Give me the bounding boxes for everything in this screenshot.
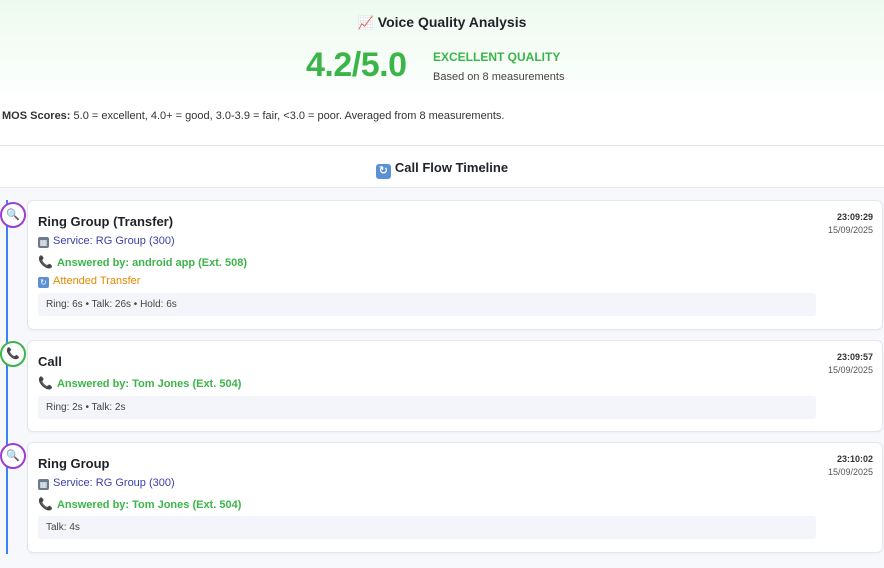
building-icon: ▦	[38, 237, 49, 248]
timeline-line	[6, 200, 8, 554]
event-title: Ring Group	[38, 456, 110, 471]
call-flow-header: ↻ Call Flow Timeline	[0, 146, 884, 188]
voice-quality-title-text: Voice Quality Analysis	[377, 14, 527, 30]
event-date: 15/09/2025	[827, 467, 873, 477]
phone-icon: 📞	[38, 376, 53, 390]
quality-rating: EXCELLENT QUALITY	[433, 50, 561, 64]
event-stats: Ring: 6s • Talk: 26s • Hold: 6s	[38, 293, 816, 316]
event-service-text: Service: RG Group (300)	[53, 477, 175, 489]
magnifier-icon: 🔍	[0, 202, 26, 228]
mos-label: MOS Scores:	[2, 110, 71, 122]
magnifier-icon: 🔍	[0, 443, 26, 469]
event-answered: 📞 Answered by: Tom Jones (Ext. 504)	[38, 497, 241, 511]
chart-increasing-icon: 📈	[357, 15, 374, 30]
phone-icon: 📞	[38, 255, 53, 269]
transfer-icon: ↻	[38, 277, 49, 288]
event-date: 15/09/2025	[827, 225, 873, 235]
event-answered-text: Answered by: Tom Jones (Ext. 504)	[56, 499, 242, 511]
event-stats: Talk: 4s	[38, 516, 816, 539]
event-timestamp: 23:10:02 15/09/2025	[828, 454, 873, 477]
event-service-text: Service: RG Group (300)	[53, 235, 175, 247]
building-icon: ▦	[38, 479, 49, 490]
event-time: 23:09:57	[836, 352, 873, 362]
phone-icon: 📞	[0, 341, 26, 367]
phone-icon: 📞	[38, 497, 53, 511]
refresh-icon: ↻	[375, 164, 391, 179]
event-transfer: ↻ Attended Transfer	[38, 275, 140, 288]
quality-score: 4.2/5.0	[306, 46, 407, 84]
timeline-event-call[interactable]: Call 23:09:57 15/09/2025 📞 Answered by: T…	[27, 340, 883, 432]
event-timestamp: 23:09:29 15/09/2025	[828, 212, 873, 235]
event-timestamp: 23:09:57 15/09/2025	[828, 352, 873, 375]
event-answered: 📞 Answered by: Tom Jones (Ext. 504)	[38, 376, 241, 390]
event-title: Ring Group (Transfer)	[38, 214, 174, 229]
event-title: Call	[38, 354, 62, 369]
timeline-event-ring-group[interactable]: Ring Group 23:10:02 15/09/2025 ▦ Service:…	[27, 442, 883, 553]
mos-text: 5.0 = excellent, 4.0+ = good, 3.0-3.9 = …	[73, 110, 505, 122]
event-date: 15/09/2025	[827, 365, 873, 375]
mos-legend: MOS Scores: 5.0 = excellent, 4.0+ = good…	[0, 102, 884, 146]
event-service: ▦ Service: RG Group (300)	[38, 477, 175, 490]
measurement-count: Based on 8 measurements	[433, 71, 565, 83]
voice-quality-title: 📈 Voice Quality Analysis	[0, 14, 884, 31]
event-answered-text: Answered by: android app (Ext. 508)	[56, 257, 248, 269]
event-stats: Ring: 2s • Talk: 2s	[38, 396, 816, 419]
event-answered: 📞 Answered by: android app (Ext. 508)	[38, 255, 247, 269]
event-service: ▦ Service: RG Group (300)	[38, 235, 175, 248]
event-transfer-text: Attended Transfer	[53, 275, 141, 287]
event-time: 23:09:29	[836, 212, 873, 222]
call-flow-title: Call Flow Timeline	[394, 160, 509, 175]
event-time: 23:10:02	[836, 454, 873, 464]
event-answered-text: Answered by: Tom Jones (Ext. 504)	[56, 378, 242, 390]
timeline-event-ring-group-transfer[interactable]: Ring Group (Transfer) 23:09:29 15/09/202…	[27, 200, 883, 330]
voice-quality-panel: 📈 Voice Quality Analysis 4.2/5.0 EXCELLEN…	[0, 0, 884, 102]
